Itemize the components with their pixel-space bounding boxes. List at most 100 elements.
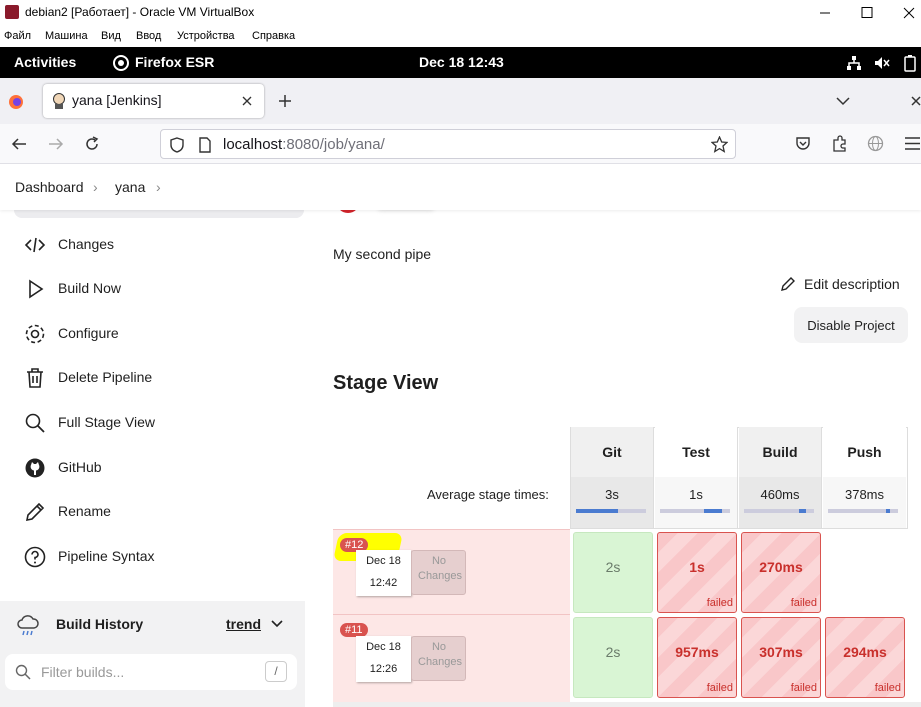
reload-icon[interactable] bbox=[84, 136, 100, 152]
menu-file[interactable]: Файл bbox=[4, 30, 31, 42]
sidebar-item-label: Changes bbox=[58, 236, 115, 252]
back-icon[interactable] bbox=[11, 136, 27, 152]
sidebar-item-github[interactable]: GitHub bbox=[14, 448, 304, 488]
menu-view[interactable]: Вид bbox=[101, 30, 121, 42]
sidebar-item-rename[interactable]: Rename bbox=[14, 492, 304, 532]
stage-duration: 957ms bbox=[675, 644, 719, 660]
url-bar[interactable]: localhost:8080/job/yana/ bbox=[160, 129, 736, 159]
pencil-icon bbox=[780, 276, 796, 292]
filter-builds-input[interactable]: Filter builds... / bbox=[5, 654, 297, 690]
trend-link[interactable]: trend bbox=[226, 616, 261, 632]
edit-description-button[interactable]: Edit description bbox=[780, 275, 900, 295]
build-number-badge[interactable]: #11 bbox=[340, 623, 368, 637]
volume-muted-icon[interactable] bbox=[874, 55, 890, 71]
pocket-icon[interactable] bbox=[795, 136, 811, 152]
stage-status: failed bbox=[790, 682, 817, 694]
avg-time-value: 3s bbox=[605, 487, 619, 502]
avg-time-bar-fill bbox=[886, 509, 890, 513]
pencil-icon bbox=[24, 501, 46, 523]
clock[interactable]: Dec 18 12:43 bbox=[419, 54, 504, 70]
breadcrumb-dashboard[interactable]: Dashboard bbox=[15, 179, 84, 195]
vm-menu-bar: Файл Машина Вид Ввод Устройства Справка bbox=[0, 28, 921, 47]
avg-time-test: 1s bbox=[655, 477, 738, 528]
menu-input[interactable]: Ввод bbox=[136, 30, 161, 42]
breadcrumb-job[interactable]: yana bbox=[115, 179, 145, 195]
menu-help[interactable]: Справка bbox=[252, 30, 295, 42]
avg-time-git: 3s bbox=[571, 477, 654, 528]
avg-time-bar bbox=[744, 509, 814, 513]
stage-cell-12-git[interactable]: 2s bbox=[573, 532, 653, 613]
extensions-icon[interactable] bbox=[831, 135, 848, 152]
page-icon[interactable] bbox=[199, 137, 211, 153]
sidebar-item-label: Build Now bbox=[58, 280, 122, 296]
search-icon bbox=[24, 412, 46, 434]
stage-cell-12-test[interactable]: 1s failed bbox=[657, 532, 737, 613]
stage-cell-12-build[interactable]: 270ms failed bbox=[741, 532, 821, 613]
menu-devices[interactable]: Устройства bbox=[177, 30, 235, 42]
jenkins-page: Dashboard › yana › Changes Build Now Con… bbox=[0, 165, 921, 707]
build-date: Dec 18 bbox=[366, 641, 401, 653]
breadcrumb-separator-icon: › bbox=[93, 179, 98, 195]
tab-jenkins[interactable]: yana [Jenkins] bbox=[43, 84, 264, 118]
avg-time-value: 1s bbox=[689, 487, 703, 502]
close-window-icon[interactable] bbox=[911, 95, 921, 107]
vm-title-bar: debian2 [Работает] - Oracle VM VirtualBo… bbox=[0, 0, 921, 26]
no-changes-label: No Changes bbox=[418, 641, 463, 668]
sidebar-item-build-now[interactable]: Build Now bbox=[14, 269, 304, 309]
bookmark-star-icon[interactable] bbox=[711, 136, 728, 153]
sidebar-item-full-stage-view[interactable]: Full Stage View bbox=[14, 403, 304, 443]
globe-icon[interactable] bbox=[867, 135, 884, 152]
close-icon[interactable] bbox=[902, 6, 916, 20]
list-tabs-chevron-icon[interactable] bbox=[836, 96, 850, 106]
no-changes-box: No Changes bbox=[411, 550, 466, 595]
battery-icon[interactable] bbox=[903, 54, 917, 72]
menu-hamburger-icon[interactable] bbox=[904, 136, 921, 151]
new-tab-icon[interactable] bbox=[278, 94, 292, 108]
github-icon bbox=[24, 457, 46, 479]
play-icon bbox=[24, 278, 46, 300]
stage-duration: 1s bbox=[689, 559, 705, 575]
network-icon[interactable] bbox=[846, 55, 862, 71]
minimize-icon[interactable] bbox=[818, 6, 832, 20]
shield-icon[interactable] bbox=[170, 137, 184, 153]
menu-machine[interactable]: Машина bbox=[45, 30, 88, 42]
sidebar-item-changes[interactable]: Changes bbox=[14, 225, 304, 265]
tab-close-icon[interactable] bbox=[241, 95, 253, 107]
app-name[interactable]: Firefox ESR bbox=[135, 54, 214, 70]
sidebar-item-configure[interactable]: Configure bbox=[14, 314, 304, 354]
stage-status: failed bbox=[790, 597, 817, 609]
build-date-card: Dec 18 12:26 bbox=[356, 636, 411, 682]
tab-title: yana [Jenkins] bbox=[72, 92, 162, 108]
breadcrumb-separator-icon: › bbox=[156, 179, 161, 195]
sidebar-item-pipeline-syntax[interactable]: Pipeline Syntax bbox=[14, 537, 304, 577]
firefox-view-icon[interactable] bbox=[8, 94, 24, 110]
avg-time-build: 460ms bbox=[739, 477, 822, 528]
activities-button[interactable]: Activities bbox=[14, 54, 76, 70]
forward-icon[interactable] bbox=[48, 136, 64, 152]
stage-cell-11-test[interactable]: 957ms failed bbox=[657, 617, 737, 698]
avg-time-bar-fill bbox=[576, 509, 618, 513]
bottom-divider bbox=[333, 702, 921, 707]
stage-name: Git bbox=[602, 444, 622, 460]
firefox-icon bbox=[113, 55, 129, 71]
build-history-panel: Build History trend Filter builds... / bbox=[0, 601, 305, 707]
stage-duration: 307ms bbox=[759, 644, 803, 660]
stage-cell-11-git[interactable]: 2s bbox=[573, 617, 653, 698]
stage-status: failed bbox=[706, 682, 733, 694]
filter-placeholder: Filter builds... bbox=[41, 664, 125, 680]
no-changes-label: No Changes bbox=[418, 555, 463, 582]
url-text: localhost:8080/job/yana/ bbox=[223, 136, 385, 153]
maximize-icon[interactable] bbox=[860, 6, 874, 20]
stage-cell-11-push[interactable]: 294ms failed bbox=[825, 617, 905, 698]
stage-name: Test bbox=[682, 444, 710, 460]
stage-header-test: Test bbox=[655, 427, 738, 477]
chevron-down-icon[interactable] bbox=[271, 620, 283, 628]
edit-description-label: Edit description bbox=[804, 276, 900, 292]
virtualbox-logo-icon bbox=[5, 5, 19, 19]
build-date: Dec 18 bbox=[366, 555, 401, 567]
stage-cell-11-build[interactable]: 307ms failed bbox=[741, 617, 821, 698]
disable-project-button[interactable]: Disable Project bbox=[794, 307, 908, 343]
jenkins-favicon-icon bbox=[52, 93, 66, 109]
build-time: 12:26 bbox=[369, 663, 398, 675]
sidebar-item-delete-pipeline[interactable]: Delete Pipeline bbox=[14, 358, 304, 398]
